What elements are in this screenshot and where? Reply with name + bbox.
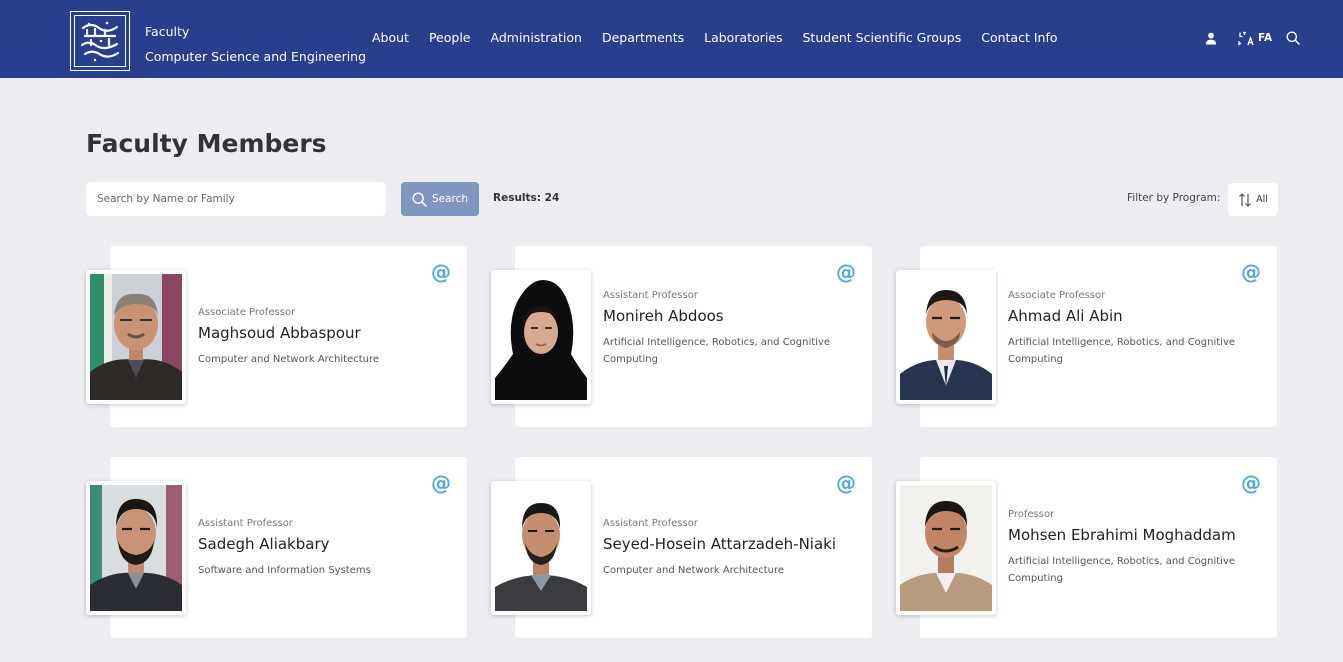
program-filter-value: All — [1256, 194, 1268, 205]
site-header: Faculty Computer Science and Engineering… — [0, 0, 1343, 78]
faculty-info: Assistant Professor Seyed-Hosein Attarza… — [603, 481, 853, 615]
portrait-image — [495, 274, 587, 400]
logo-calligraphy-icon — [80, 21, 120, 62]
brand-line-1: Faculty — [145, 24, 190, 39]
user-icon — [1205, 32, 1217, 44]
filter-label: Filter by Program: — [1127, 192, 1221, 204]
program-filter-select[interactable]: All — [1228, 183, 1278, 216]
nav-laboratories[interactable]: Laboratories — [704, 30, 782, 45]
faculty-name[interactable]: Mohsen Ebrahimi Moghaddam — [1008, 526, 1258, 544]
language-switch-button[interactable]: FA — [1238, 27, 1272, 49]
results-count: Results: 24 — [493, 192, 560, 204]
portrait-image — [900, 274, 992, 400]
faculty-department: Computer and Network Architecture — [198, 353, 380, 365]
portrait-image — [495, 485, 587, 611]
portrait-image — [90, 485, 182, 611]
search-icon — [1286, 31, 1300, 45]
faculty-name[interactable]: Seyed-Hosein Attarzadeh-Niaki — [603, 535, 853, 553]
faculty-rank: Assistant Professor — [603, 517, 698, 529]
faculty-info: Assistant Professor Monireh Abdoos Artif… — [603, 262, 853, 396]
page-title: Faculty Members — [86, 129, 327, 158]
user-account-button[interactable] — [1205, 27, 1217, 49]
faculty-photo[interactable] — [896, 481, 996, 615]
nav-people[interactable]: People — [429, 30, 471, 45]
translate-icon — [1238, 31, 1254, 46]
faculty-info: Associate Professor Ahmad Ali Abin Artif… — [1008, 262, 1258, 396]
faculty-name[interactable]: Monireh Abdoos — [603, 307, 853, 325]
faculty-department: Software and Information Systems — [198, 564, 371, 576]
nav-administration[interactable]: Administration — [491, 30, 582, 45]
main-nav: About People Administration Departments … — [372, 30, 1078, 45]
faculty-department: Computer and Network Architecture — [603, 564, 785, 576]
faculty-rank: Assistant Professor — [603, 290, 698, 301]
nav-about[interactable]: About — [372, 30, 409, 45]
nav-departments[interactable]: Departments — [602, 30, 684, 45]
search-input[interactable] — [86, 182, 386, 216]
faculty-photo[interactable] — [491, 270, 591, 404]
faculty-department: Artificial Intelligence, Robotics, and C… — [1008, 556, 1236, 584]
brand-title[interactable]: Faculty Computer Science and Engineering — [145, 19, 366, 69]
faculty-name[interactable]: Sadegh Aliakbary — [198, 535, 448, 553]
faculty-info: Professor Mohsen Ebrahimi Moghaddam Arti… — [1008, 481, 1258, 615]
search-icon — [412, 191, 427, 207]
faculty-rank: Associate Professor — [1008, 290, 1106, 301]
nav-student-scientific-groups[interactable]: Student Scientific Groups — [803, 30, 962, 45]
brand-line-2: Computer Science and Engineering — [145, 49, 367, 64]
faculty-photo[interactable] — [896, 270, 996, 404]
faculty-info: Assistant Professor Sadegh Aliakbary Sof… — [198, 481, 448, 615]
faculty-photo[interactable] — [86, 481, 186, 615]
faculty-photo[interactable] — [86, 270, 186, 404]
search-button-label: Search — [431, 193, 469, 205]
faculty-name[interactable]: Ahmad Ali Abin — [1008, 307, 1258, 325]
faculty-photo[interactable] — [491, 481, 591, 615]
portrait-image — [900, 485, 992, 611]
faculty-info: Associate Professor Maghsoud Abbaspour C… — [198, 270, 448, 404]
search-button[interactable]: Search — [401, 182, 479, 216]
faculty-department: Artificial Intelligence, Robotics, and C… — [1008, 337, 1236, 365]
faculty-rank: Associate Professor — [198, 306, 296, 318]
logo-frame — [74, 15, 126, 67]
faculty-rank: Assistant Professor — [198, 517, 293, 529]
faculty-rank: Professor — [1008, 509, 1055, 520]
header-search-button[interactable] — [1286, 27, 1300, 49]
university-logo[interactable] — [70, 11, 130, 71]
faculty-department: Artificial Intelligence, Robotics, and C… — [603, 337, 831, 365]
portrait-image — [90, 274, 182, 400]
sort-arrows-icon — [1239, 192, 1252, 207]
faculty-name[interactable]: Maghsoud Abbaspour — [198, 324, 448, 342]
nav-contact-info[interactable]: Contact Info — [981, 30, 1057, 45]
language-label: FA — [1258, 32, 1273, 44]
